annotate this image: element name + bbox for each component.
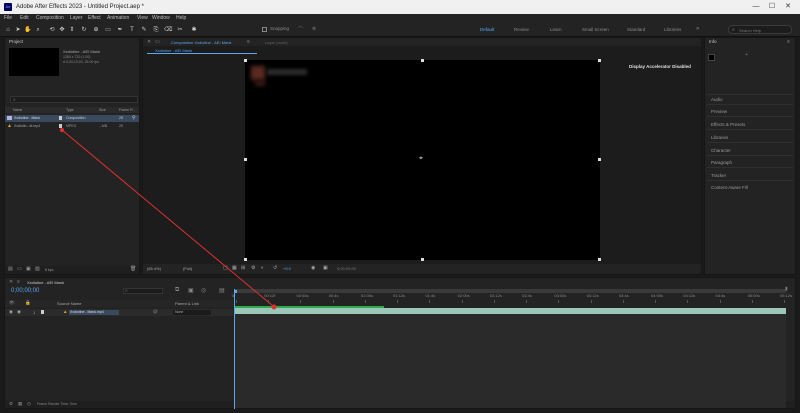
annotation-end-dot xyxy=(271,304,277,310)
annotation-start-dot xyxy=(60,128,64,132)
annotation-arrow-line xyxy=(61,129,274,307)
annotation-overlay xyxy=(60,128,277,310)
